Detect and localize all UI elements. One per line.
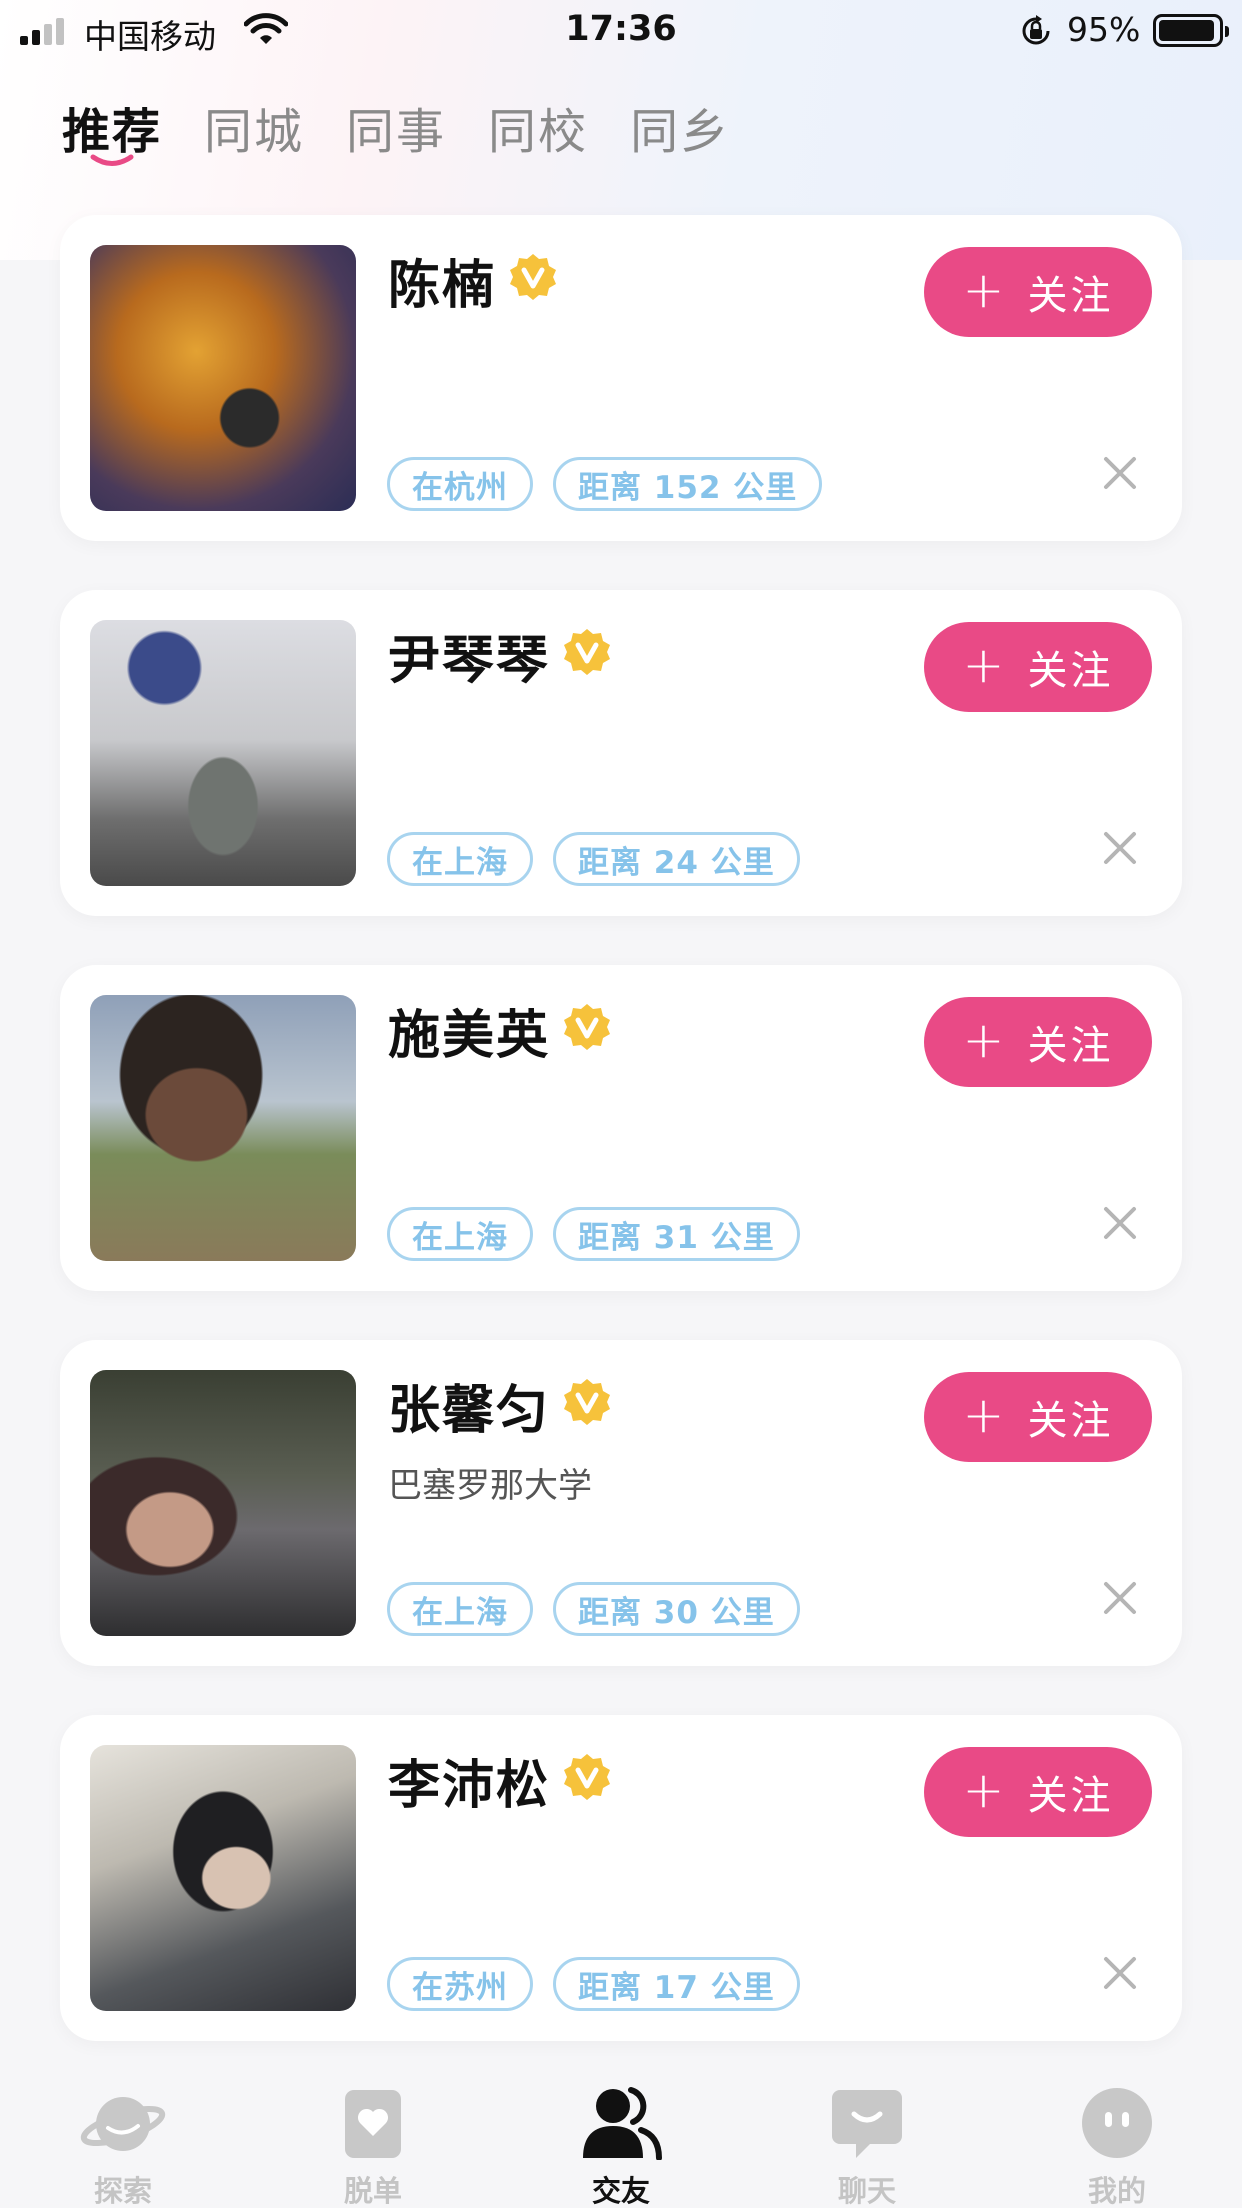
name-text: 陈楠 bbox=[388, 256, 497, 316]
tag-list: 在上海 距离 31 公里 bbox=[387, 1207, 800, 1261]
location-chip: 在上海 bbox=[387, 1582, 533, 1636]
heart-card-icon bbox=[298, 2080, 448, 2160]
dismiss-close-icon[interactable] bbox=[1100, 1203, 1140, 1247]
bottom-nav: 探索 脱单 交友 聊天 我的 bbox=[0, 2060, 1242, 2208]
avatar[interactable] bbox=[90, 995, 356, 1261]
nav-label: 脱单 bbox=[343, 2174, 402, 2208]
profile-school: 巴塞罗那大学 bbox=[388, 1466, 592, 1506]
profile-name: 张馨匀 bbox=[388, 1368, 612, 1446]
dismiss-close-icon[interactable] bbox=[1100, 453, 1140, 497]
profile-card[interactable]: 陈楠 + 关注 在杭州 距离 152 公里 bbox=[60, 215, 1182, 541]
tab-label: 推荐 bbox=[62, 104, 163, 160]
profile-name: 施美英 bbox=[388, 993, 612, 1071]
location-chip: 在苏州 bbox=[387, 1957, 533, 2011]
location-chip: 在杭州 bbox=[387, 457, 533, 511]
nav-profile[interactable]: 我的 bbox=[1042, 2080, 1192, 2208]
follow-label: 关注 bbox=[1027, 648, 1114, 694]
profile-name: 李沛松 bbox=[388, 1743, 612, 1821]
name-text: 李沛松 bbox=[388, 1756, 551, 1816]
battery-icon bbox=[1153, 14, 1229, 47]
name-text: 施美英 bbox=[388, 1006, 551, 1066]
avatar[interactable] bbox=[90, 1745, 356, 2011]
clock: 17:36 bbox=[565, 9, 677, 49]
tab-label: 同校 bbox=[488, 104, 589, 160]
tag-list: 在杭州 距离 152 公里 bbox=[387, 457, 823, 511]
dismiss-close-icon[interactable] bbox=[1100, 1578, 1140, 1622]
verified-badge-icon bbox=[508, 252, 558, 315]
tag-list: 在上海 距离 30 公里 bbox=[387, 1582, 800, 1636]
tab-same-city[interactable]: 同城 bbox=[204, 92, 304, 162]
tab-label: 同城 bbox=[204, 104, 305, 160]
tab-label: 同乡 bbox=[630, 104, 731, 160]
nav-label: 我的 bbox=[1087, 2174, 1146, 2208]
profile-name: 陈楠 bbox=[388, 243, 558, 321]
nav-chat[interactable]: 聊天 bbox=[792, 2080, 942, 2208]
follow-label: 关注 bbox=[1027, 1023, 1114, 1069]
tag-list: 在苏州 距离 17 公里 bbox=[387, 1957, 800, 2011]
nav-label: 聊天 bbox=[837, 2174, 896, 2208]
name-text: 尹琴琴 bbox=[388, 631, 551, 691]
status-bar: 中国移动 17:36 95% bbox=[0, 0, 1242, 62]
distance-chip: 距离 30 公里 bbox=[553, 1582, 800, 1636]
category-tabs: 推荐 同城 同事 同校 同乡 bbox=[62, 92, 772, 166]
follow-button[interactable]: + 关注 bbox=[924, 1372, 1152, 1462]
follow-button[interactable]: + 关注 bbox=[924, 1747, 1152, 1837]
verified-badge-icon bbox=[562, 1752, 612, 1815]
friends-icon bbox=[546, 2080, 696, 2160]
orientation-lock-icon bbox=[1018, 13, 1054, 53]
tab-hometown[interactable]: 同乡 bbox=[630, 92, 730, 162]
tab-colleague[interactable]: 同事 bbox=[346, 92, 446, 162]
verified-badge-icon bbox=[562, 627, 612, 690]
dismiss-close-icon[interactable] bbox=[1100, 828, 1140, 872]
face-icon bbox=[1042, 2080, 1192, 2160]
profile-card[interactable]: 李沛松 + 关注 在苏州 距离 17 公里 bbox=[60, 1715, 1182, 2041]
plus-icon: + bbox=[962, 1011, 1008, 1069]
plus-icon: + bbox=[962, 636, 1008, 694]
profile-card[interactable]: 张馨匀 巴塞罗那大学 + 关注 在上海 距离 30 公里 bbox=[60, 1340, 1182, 1666]
follow-button[interactable]: + 关注 bbox=[924, 622, 1152, 712]
profile-card[interactable]: 施美英 + 关注 在上海 距离 31 公里 bbox=[60, 965, 1182, 1291]
tab-label: 同事 bbox=[346, 104, 447, 160]
distance-chip: 距离 17 公里 bbox=[553, 1957, 800, 2011]
location-chip: 在上海 bbox=[387, 832, 533, 886]
tag-list: 在上海 距离 24 公里 bbox=[387, 832, 800, 886]
nav-label: 交友 bbox=[591, 2174, 650, 2208]
verified-badge-icon bbox=[562, 1377, 612, 1440]
follow-label: 关注 bbox=[1027, 1398, 1114, 1444]
battery-percent: 95% bbox=[1067, 10, 1141, 49]
tab-active-indicator bbox=[90, 154, 134, 166]
avatar[interactable] bbox=[90, 1370, 356, 1636]
follow-button[interactable]: + 关注 bbox=[924, 247, 1152, 337]
plus-icon: + bbox=[962, 1761, 1008, 1819]
nav-label: 探索 bbox=[93, 2174, 152, 2208]
chat-bubble-icon bbox=[792, 2080, 942, 2160]
distance-chip: 距离 24 公里 bbox=[553, 832, 800, 886]
follow-label: 关注 bbox=[1027, 273, 1114, 319]
nav-friends[interactable]: 交友 bbox=[546, 2080, 696, 2208]
follow-button[interactable]: + 关注 bbox=[924, 997, 1152, 1087]
distance-chip: 距离 152 公里 bbox=[553, 457, 823, 511]
profile-card[interactable]: 尹琴琴 + 关注 在上海 距离 24 公里 bbox=[60, 590, 1182, 916]
follow-label: 关注 bbox=[1027, 1773, 1114, 1819]
dismiss-close-icon[interactable] bbox=[1100, 1953, 1140, 1997]
planet-icon bbox=[48, 2080, 198, 2160]
nav-explore[interactable]: 探索 bbox=[48, 2080, 198, 2208]
name-text: 张馨匀 bbox=[388, 1381, 551, 1441]
avatar[interactable] bbox=[90, 245, 356, 511]
plus-icon: + bbox=[962, 261, 1008, 319]
location-chip: 在上海 bbox=[387, 1207, 533, 1261]
tab-schoolmate[interactable]: 同校 bbox=[488, 92, 588, 162]
plus-icon: + bbox=[962, 1386, 1008, 1444]
distance-chip: 距离 31 公里 bbox=[553, 1207, 800, 1261]
profile-name: 尹琴琴 bbox=[388, 618, 612, 696]
tab-recommend[interactable]: 推荐 bbox=[62, 92, 163, 166]
nav-dating[interactable]: 脱单 bbox=[298, 2080, 448, 2208]
avatar[interactable] bbox=[90, 620, 356, 886]
verified-badge-icon bbox=[562, 1002, 612, 1065]
